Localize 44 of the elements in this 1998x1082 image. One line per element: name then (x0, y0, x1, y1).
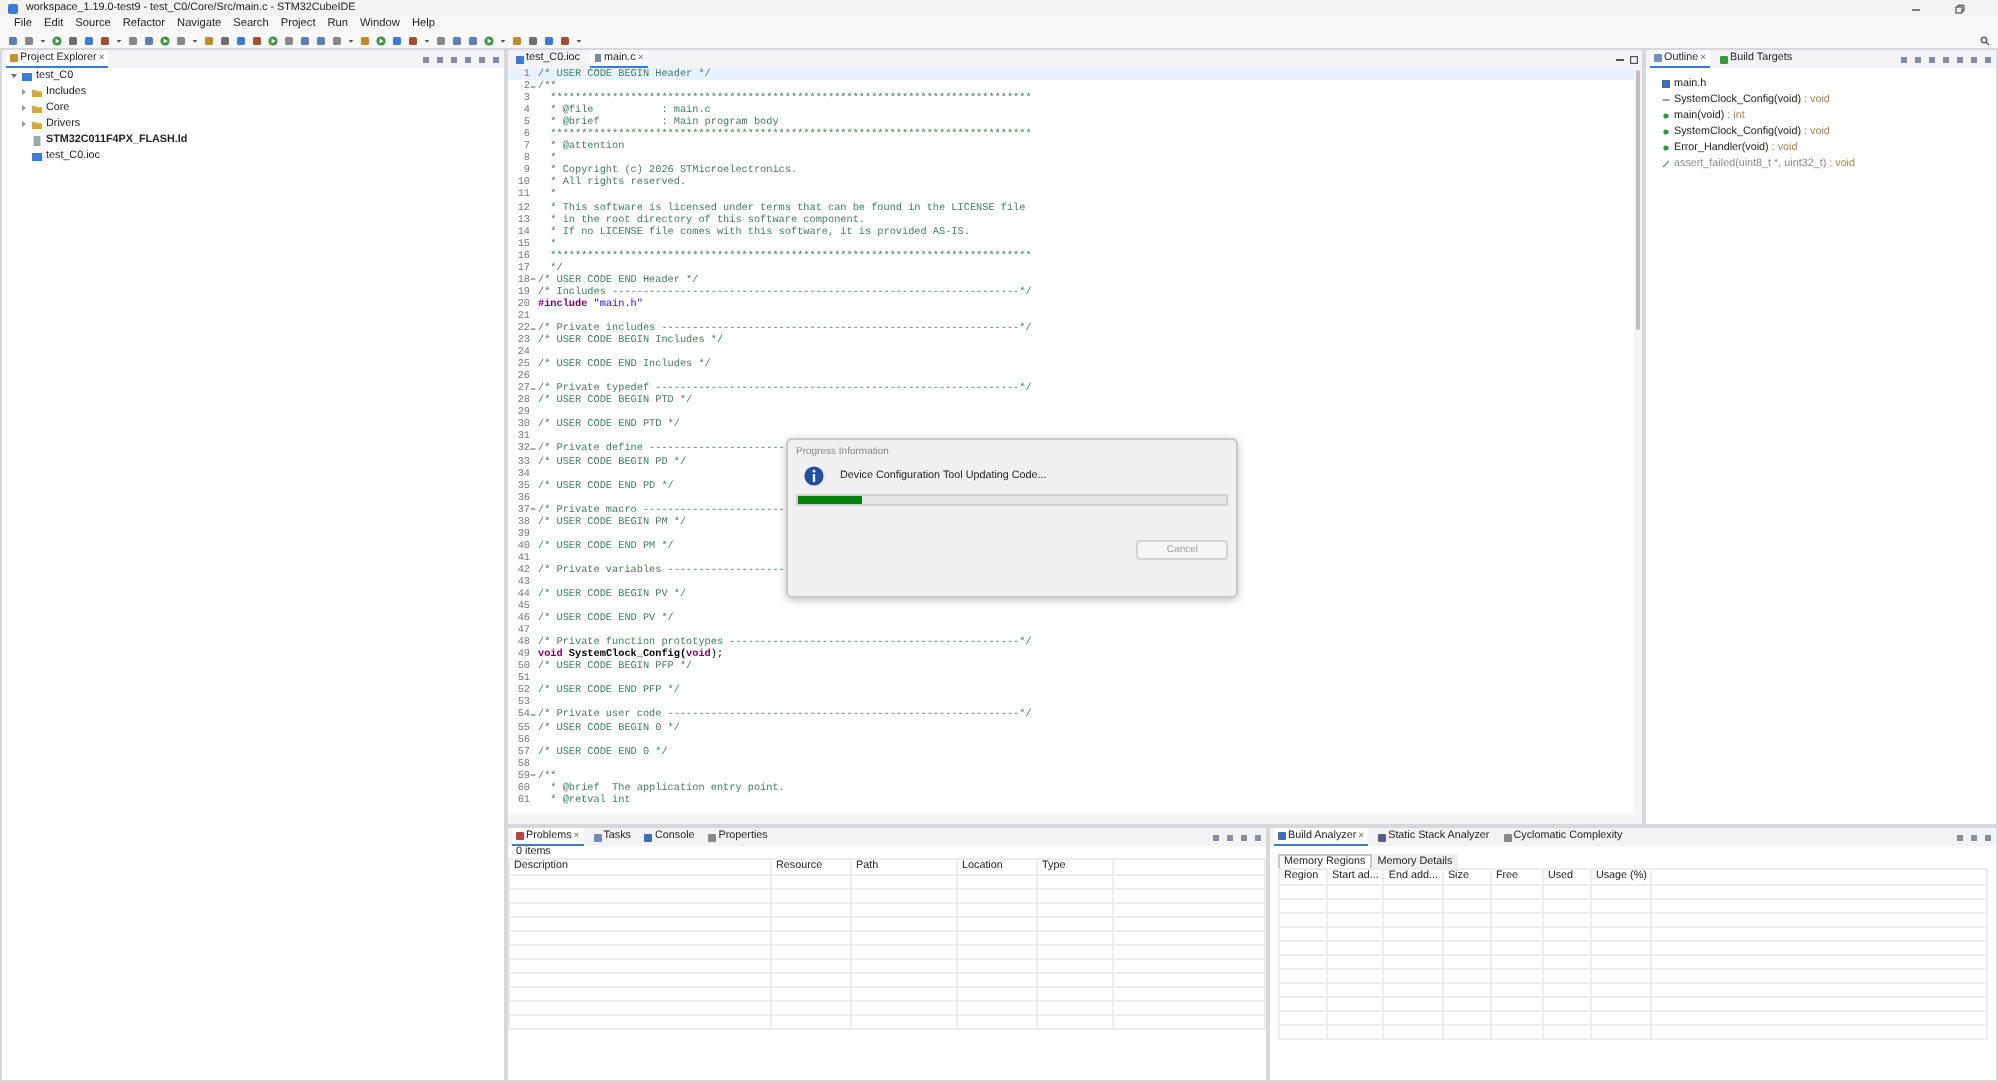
view-icon (516, 832, 524, 840)
play-icon[interactable] (268, 36, 278, 46)
chip-icon (32, 151, 42, 161)
app-icon (8, 3, 18, 13)
view-icon (708, 833, 717, 841)
scrollbar[interactable] (1634, 68, 1642, 814)
view-icon (644, 833, 653, 841)
view-icon (1278, 832, 1286, 840)
header-file-icon (1662, 80, 1670, 88)
dot-icon (1662, 144, 1670, 152)
minimize-icon[interactable] (1616, 55, 1624, 63)
play-icon[interactable] (484, 36, 494, 46)
dash-icon (1662, 96, 1670, 104)
view-icon (1654, 54, 1662, 62)
tool-icon[interactable] (176, 36, 186, 46)
play-icon[interactable] (160, 36, 170, 46)
view-icon (593, 833, 602, 841)
collapsed-arrow-icon[interactable] (20, 88, 28, 96)
scrollbar-thumb[interactable] (1636, 70, 1640, 330)
tool-icon[interactable] (360, 36, 370, 46)
search-icon[interactable] (1980, 36, 1990, 46)
scrollbar[interactable] (508, 814, 1642, 824)
dot-icon (1662, 128, 1670, 136)
fold-icon[interactable] (530, 712, 536, 718)
collapsed-arrow-icon[interactable] (20, 120, 28, 128)
view-icon (1503, 833, 1512, 841)
collapsed-arrow-icon[interactable] (20, 104, 28, 112)
file-icon (593, 54, 602, 62)
view-icon (1720, 55, 1729, 63)
maximize-icon[interactable] (1630, 55, 1638, 63)
info-icon (804, 466, 824, 486)
play-icon[interactable] (52, 36, 62, 46)
restore-icon[interactable] (1954, 3, 1966, 13)
slash-icon (1662, 160, 1670, 168)
minimize-icon[interactable] (1910, 3, 1922, 13)
fold-icon[interactable] (530, 325, 536, 331)
play-icon[interactable] (376, 36, 386, 46)
file-icon (32, 135, 42, 145)
expanded-arrow-icon[interactable] (10, 72, 18, 80)
view-icon (10, 54, 18, 62)
dot-icon (1662, 112, 1670, 120)
view-icon (1378, 833, 1387, 841)
chip-icon (516, 55, 524, 63)
project-icon (22, 71, 32, 81)
